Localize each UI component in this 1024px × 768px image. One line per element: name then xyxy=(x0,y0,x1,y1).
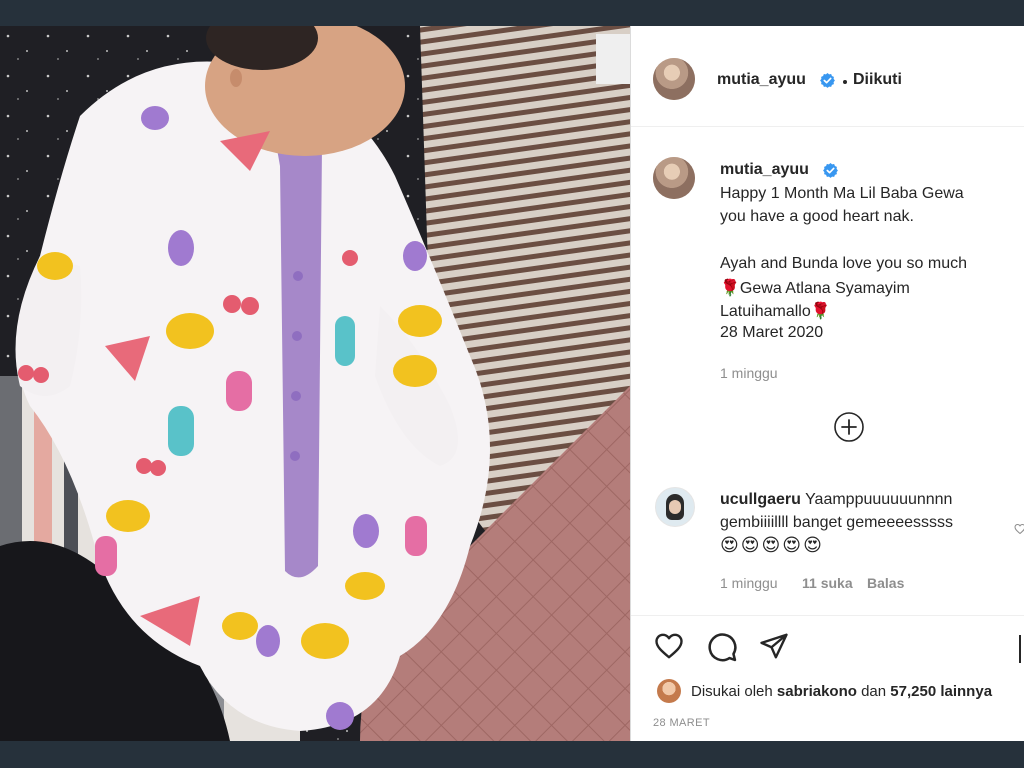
emoji: 😍 xyxy=(720,535,741,555)
comment-emojis: 😍😍😍😍😍 xyxy=(720,535,824,556)
caption-line: 🌹Gewa Atlana Syamayim xyxy=(720,280,910,297)
verified-badge-icon xyxy=(823,163,838,178)
author-username[interactable]: mutia_ayuu xyxy=(717,71,806,89)
likes-summary: Disukai oleh sabriakono dan 57,250 lainn… xyxy=(691,683,992,700)
post-header: mutia_ayuu Diikuti xyxy=(631,26,1024,127)
comment-text: gembiiiillll banget gemeeeesssss xyxy=(720,514,954,531)
commenter-username[interactable]: ucullgaeru xyxy=(720,491,801,508)
caption-author-avatar[interactable] xyxy=(653,157,695,199)
window-frame-bottom xyxy=(0,741,1024,768)
caption-line: Latuihamallo🌹 xyxy=(720,303,831,320)
commenter-avatar[interactable] xyxy=(655,487,695,527)
post-viewer: mutia_ayuu Diikuti mutia_ayuu Happy 1 Mo… xyxy=(0,26,1024,741)
actions-divider xyxy=(631,615,1024,616)
bookmark-icon[interactable] xyxy=(1017,634,1024,664)
post-photo xyxy=(0,26,630,741)
plus-circle-icon[interactable] xyxy=(834,412,864,442)
comment-text: Yaamppuuuuuunnnn xyxy=(805,491,953,508)
heart-icon[interactable] xyxy=(653,631,685,661)
comment-timestamp[interactable]: 1 minggu xyxy=(720,575,778,591)
post-details-panel: mutia_ayuu Diikuti mutia_ayuu Happy 1 Mo… xyxy=(630,26,1024,741)
comment-icon[interactable] xyxy=(706,631,738,663)
window-frame-top xyxy=(0,0,1024,26)
paper-plane-icon[interactable] xyxy=(758,631,790,661)
emoji: 😍 xyxy=(761,535,783,555)
emoji: 😍 xyxy=(782,535,804,555)
emoji: 😍 xyxy=(803,535,824,555)
author-avatar[interactable] xyxy=(653,58,695,100)
comment-reply-button[interactable]: Balas xyxy=(867,575,904,591)
baby-photo-illustration xyxy=(0,26,630,741)
comment-like-count[interactable]: 11 suka xyxy=(802,575,853,591)
caption-line: you have a good heart nak. xyxy=(720,208,914,225)
caption-line: Happy 1 Month Ma Lil Baba Gewa xyxy=(720,185,964,202)
likes-count[interactable]: 57,250 lainnya xyxy=(890,683,992,700)
follow-separator-dot xyxy=(843,80,847,84)
follow-status-button[interactable]: Diikuti xyxy=(853,71,902,89)
comment-body-line: ucullgaeru Yaamppuuuuuunnnn xyxy=(720,491,952,509)
likes-prefix: Disukai oleh xyxy=(691,683,773,700)
caption-author-username[interactable]: mutia_ayuu xyxy=(720,161,809,179)
caption-timestamp[interactable]: 1 minggu xyxy=(720,365,778,381)
liker-avatar[interactable] xyxy=(657,679,681,703)
emoji: 😍 xyxy=(740,535,762,555)
liker-username[interactable]: sabriakono xyxy=(777,683,857,700)
caption-line: 28 Maret 2020 xyxy=(720,324,824,341)
caption-line: Ayah and Bunda love you so much xyxy=(720,255,967,272)
comment-like-heart-icon[interactable] xyxy=(1014,523,1024,535)
post-date[interactable]: 28 MARET xyxy=(653,717,710,729)
verified-badge-icon xyxy=(820,73,835,88)
likes-connector: dan xyxy=(861,683,887,700)
